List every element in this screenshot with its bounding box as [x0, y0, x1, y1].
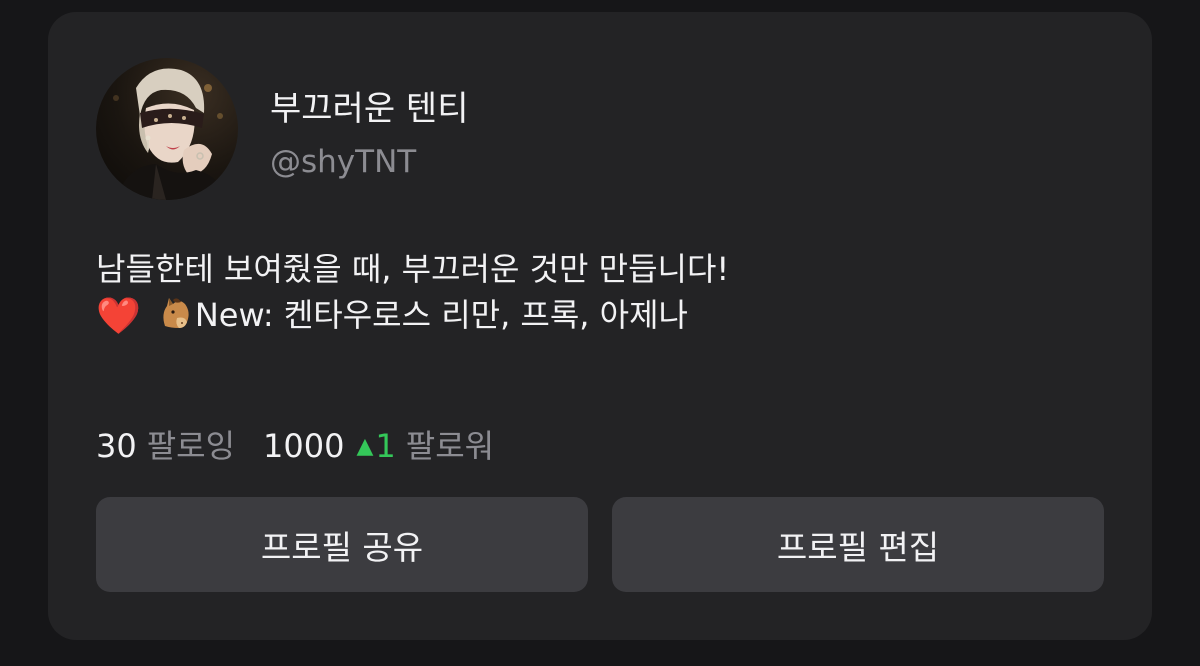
horse-face-icon [155, 292, 195, 332]
profile-bio: 남들한테 보여줬을 때, 부끄러운 것만 만듭니다! ❤️ New: 켄타우로스… [96, 246, 729, 340]
avatar[interactable] [96, 58, 238, 200]
profile-card: 부끄러운 텐티 @shyTNT 남들한테 보여줬을 때, 부끄러운 것만 만듭니… [48, 12, 1152, 640]
following-count[interactable]: 30 [96, 427, 137, 465]
following-label[interactable]: 팔로잉 [147, 427, 235, 465]
profile-display-name: 부끄러운 텐티 [270, 89, 469, 129]
edit-profile-button[interactable]: 프로필 편집 [612, 497, 1104, 592]
bio-line-2-text: New: 켄타우로스 리만, 프록, 아제나 [194, 296, 688, 334]
bio-line-2: ❤️ New: 켄타우로스 리만, 프록, 아제나 [96, 292, 729, 340]
heart-emoji: ❤️ [96, 296, 141, 337]
share-profile-button[interactable]: 프로필 공유 [96, 497, 588, 592]
followers-count[interactable]: 1000 [263, 427, 344, 465]
bio-line-1: 남들한테 보여줬을 때, 부끄러운 것만 만듭니다! [96, 250, 730, 288]
up-arrow-icon: ▲ [356, 434, 374, 459]
follow-stats: 30 팔로잉 1000 ▲1 팔로워 [96, 430, 494, 462]
profile-handle: @shyTNT [270, 144, 417, 180]
avatar-image [113, 68, 226, 200]
followers-label[interactable]: 팔로워 [406, 427, 494, 465]
followers-change: 1 [375, 427, 396, 465]
